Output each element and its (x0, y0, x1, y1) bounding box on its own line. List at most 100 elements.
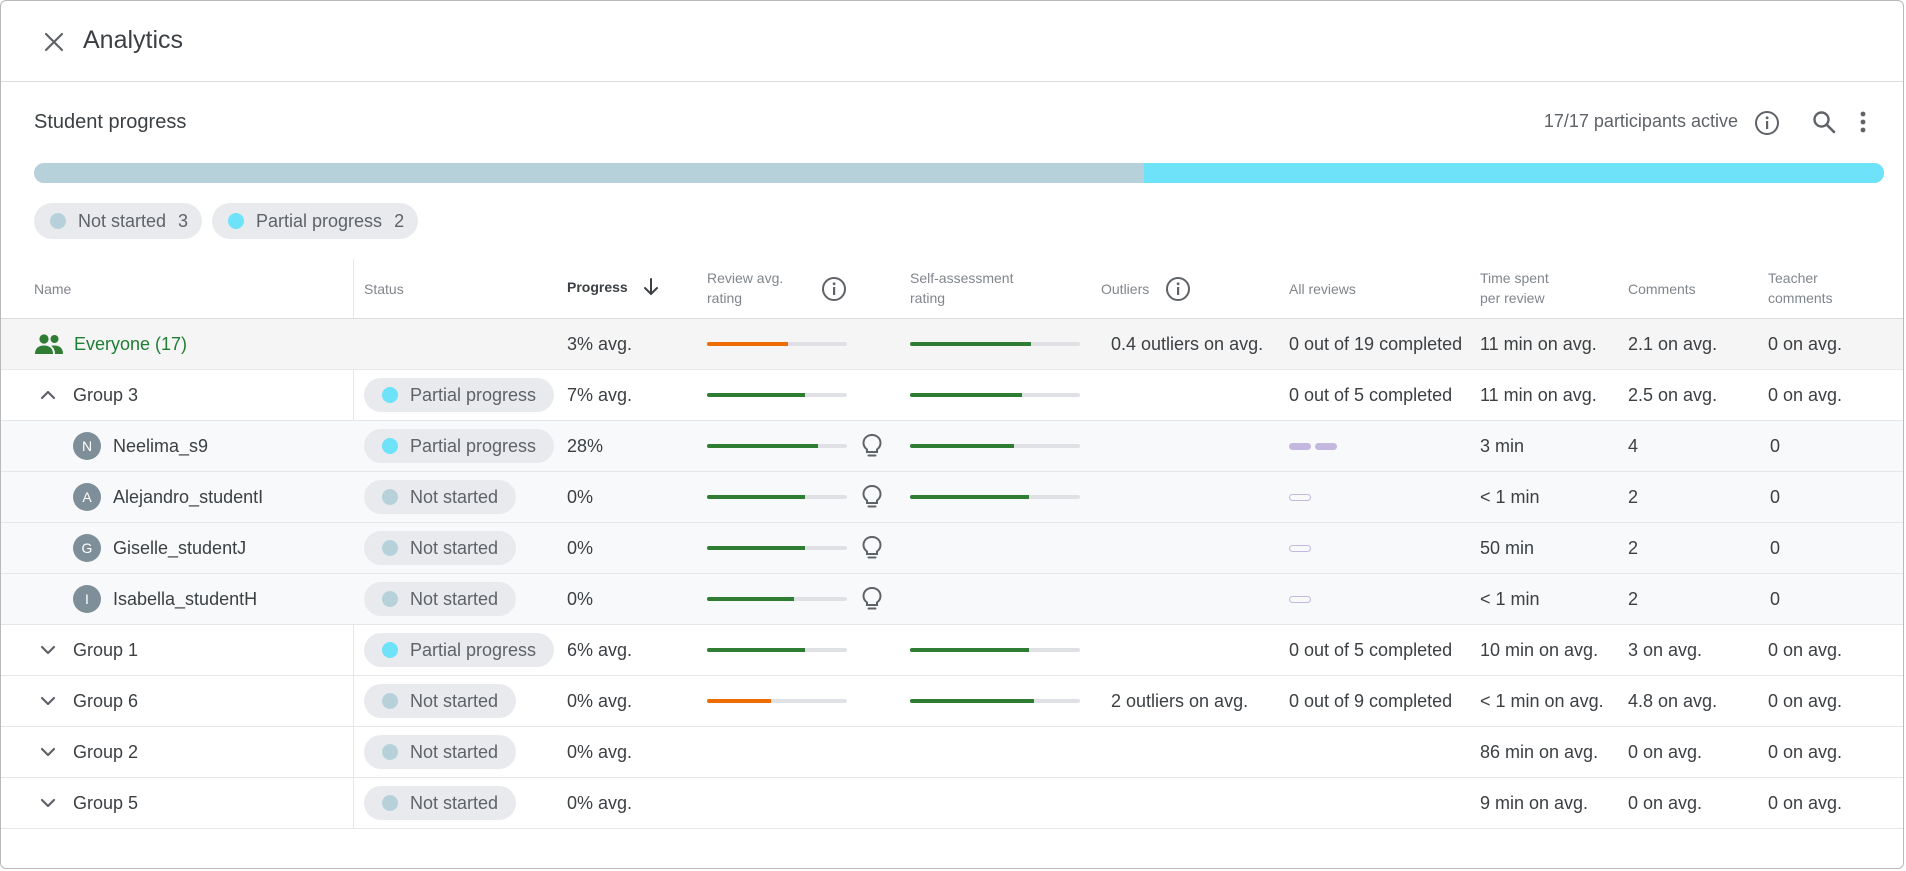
group-row[interactable]: Group 3 Partial progress 7% avg. 0 out of 5… (1, 370, 1903, 421)
outliers-value: 2 outliers on avg. (1111, 690, 1249, 711)
time-value: 11 min on avg. (1480, 333, 1597, 354)
col-outliers[interactable]: Outliers (1101, 279, 1149, 299)
status-label: Partial progress (410, 384, 537, 405)
expand-chevron-button[interactable] (39, 641, 57, 659)
lightbulb-icon[interactable] (861, 586, 883, 612)
teacher-comments-value: 0 on avg. (1768, 639, 1843, 660)
expand-chevron-button[interactable] (39, 692, 57, 710)
name-cell: Group 5 (39, 778, 138, 828)
group-row[interactable]: Group 1 Partial progress 6% avg. 0 out of 5… (1, 625, 1903, 676)
progress-value: 6% avg. (567, 639, 633, 660)
col-status[interactable]: Status (364, 279, 404, 299)
self-rating-cell (910, 625, 1080, 675)
more-options-button[interactable] (1851, 109, 1875, 140)
everyone-label[interactable]: Everyone (17) (74, 334, 187, 355)
col-time-spent[interactable]: Time spent per review (1480, 268, 1549, 308)
search-button[interactable] (1811, 109, 1837, 140)
review-rating-fill (707, 597, 794, 601)
col-progress[interactable]: Progress (567, 277, 660, 297)
avatar: A (73, 483, 101, 511)
status-badge: Not started (364, 531, 517, 565)
lightbulb-icon[interactable] (861, 433, 883, 459)
status-label: Partial progress (410, 639, 537, 660)
group-name[interactable]: Group 1 (73, 640, 138, 661)
col-teacher-comments[interactable]: Teacher comments (1768, 268, 1833, 308)
teacher-comments-value: 0 on avg. (1768, 792, 1843, 813)
not-started-dot (382, 744, 398, 760)
name-cell: I Isabella_studentH (73, 574, 257, 624)
reviews-indicator-cell (1289, 472, 1315, 522)
student-name[interactable]: Alejandro_studentI (113, 487, 263, 508)
student-row[interactable]: I Isabella_studentH Not started 0% < 1 min 2 0 (1, 574, 1903, 625)
partial-progress-dot (382, 642, 398, 658)
collapse-chevron-button[interactable] (39, 386, 57, 404)
col-review-avg[interactable]: Review avg. rating (707, 268, 783, 308)
progress-value: 0% (567, 486, 594, 507)
student-row[interactable]: G Giselle_studentJ Not started 0% 50 min 2 0 (1, 523, 1903, 574)
avatar: N (73, 432, 101, 460)
review-rating-cell (707, 472, 883, 522)
time-value: 3 min (1480, 435, 1525, 456)
review-rating-fill (707, 393, 805, 397)
avatar: G (73, 534, 101, 562)
student-name[interactable]: Neelima_s9 (113, 436, 208, 457)
group-name[interactable]: Group 5 (73, 793, 138, 814)
status-badge: Partial progress (364, 633, 555, 667)
student-name[interactable]: Giselle_studentJ (113, 538, 246, 559)
participants-info-icon[interactable] (1754, 110, 1780, 141)
student-row[interactable]: A Alejandro_studentI Not started 0% < 1 min 2… (1, 472, 1903, 523)
status-cell: Partial progress (364, 421, 555, 471)
lightbulb-icon[interactable] (861, 535, 883, 561)
review-avg-info-icon[interactable] (821, 276, 847, 307)
col-self-line2: rating (910, 290, 946, 306)
student-row[interactable]: N Neelima_s9 Partial progress 28% 3 min 4 0 (1, 421, 1903, 472)
group-row[interactable]: Group 5 Not started 0% avg. 9 min on avg. 0 … (1, 778, 1903, 829)
table-body: Group 3 Partial progress 7% avg. 0 out of 5… (1, 370, 1903, 829)
col-teacher-line2: comments (1768, 290, 1833, 306)
col-self-assessment[interactable]: Self-assessment rating (910, 268, 1013, 308)
time-value: 86 min on avg. (1480, 741, 1599, 762)
everyone-name-cell: Everyone (17) (34, 319, 187, 369)
analytics-dialog: Analytics Student progress 17/17 partici… (0, 0, 1904, 869)
teacher-comments-value: 0 on avg. (1768, 384, 1843, 405)
expand-chevron-button[interactable] (39, 794, 57, 812)
filter-chip-not-started[interactable]: Not started 3 (34, 203, 203, 239)
filter-chip-partial-progress[interactable]: Partial progress 2 (212, 203, 419, 239)
teacher-comments-value: 0 (1770, 588, 1781, 609)
review-rating-fill (707, 444, 818, 448)
comments-value: 0 on avg. (1628, 792, 1703, 813)
col-name[interactable]: Name (34, 279, 71, 299)
time-value: < 1 min (1480, 588, 1540, 609)
review-indicator (1315, 442, 1337, 450)
lightbulb-icon[interactable] (861, 484, 883, 510)
comments-value: 2.1 on avg. (1628, 333, 1718, 354)
not-started-dot (50, 213, 66, 229)
everyone-row[interactable]: Everyone (17) 3% avg. 0.4 outliers on av… (1, 319, 1903, 370)
self-rating-cell (910, 319, 1080, 369)
close-button[interactable] (37, 25, 71, 59)
self-rating-cell (910, 370, 1080, 420)
col-time-line2: per review (1480, 290, 1545, 306)
self-rating-bar (910, 342, 1080, 346)
expand-chevron-button[interactable] (39, 743, 57, 761)
group-name[interactable]: Group 2 (73, 742, 138, 763)
progress-value: 0% avg. (567, 690, 633, 711)
group-name[interactable]: Group 6 (73, 691, 138, 712)
group-row[interactable]: Group 6 Not started 0% avg. 2 outliers on a… (1, 676, 1903, 727)
self-rating-bar (910, 648, 1080, 652)
outliers-info-icon[interactable] (1165, 276, 1191, 307)
col-review-avg-line1: Review avg. (707, 270, 784, 286)
chevron-down-icon (40, 747, 56, 757)
status-badge: Not started (364, 480, 517, 514)
group-name[interactable]: Group 3 (73, 385, 138, 406)
col-all-reviews[interactable]: All reviews (1289, 279, 1356, 299)
progress-value: 0% avg. (567, 792, 633, 813)
student-name[interactable]: Isabella_studentH (113, 589, 257, 610)
col-comments[interactable]: Comments (1628, 279, 1696, 299)
group-row[interactable]: Group 2 Not started 0% avg. 86 min on avg. 0… (1, 727, 1903, 778)
self-rating-fill (910, 699, 1035, 703)
time-value: 10 min on avg. (1480, 639, 1599, 660)
chevron-down-icon (40, 798, 56, 808)
status-label: Not started (410, 486, 499, 507)
name-cell: Group 3 (39, 370, 138, 420)
